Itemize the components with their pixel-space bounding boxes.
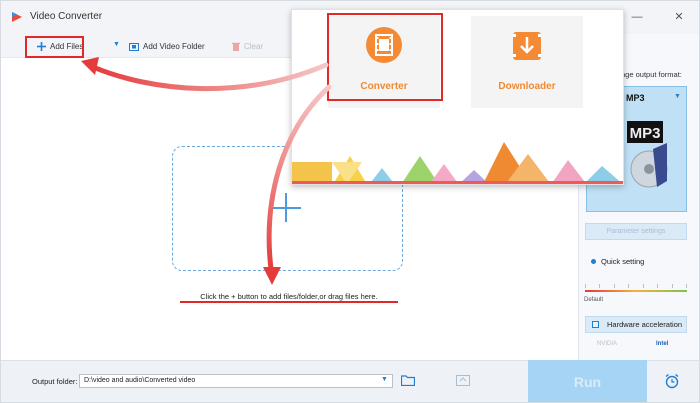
- quick-setting-row[interactable]: Quick setting: [591, 257, 644, 266]
- format-dropdown-icon[interactable]: ▼: [674, 93, 681, 100]
- clear-label: Clear: [244, 41, 264, 51]
- quick-setting-dot-icon: [591, 259, 596, 264]
- format-art-text: MP3: [630, 125, 661, 142]
- add-video-folder-label: Add Video Folder: [143, 41, 205, 51]
- converter-highlight: [327, 13, 443, 101]
- nvidia-label: NVIDIA: [597, 341, 618, 347]
- minimize-button[interactable]: —: [630, 10, 644, 24]
- quality-slider-ticks: [585, 284, 687, 288]
- app-logo-icon: [12, 12, 22, 22]
- browse-folder-icon[interactable]: [401, 375, 415, 386]
- add-files-highlight: [25, 36, 84, 58]
- hardware-checkbox-icon: [592, 321, 599, 328]
- open-output-folder-icon[interactable]: [456, 375, 470, 386]
- quality-slider[interactable]: [585, 290, 687, 292]
- downloader-tile[interactable]: Downloader: [471, 16, 583, 108]
- alarm-clock-icon[interactable]: [664, 373, 680, 389]
- hint-underline: [180, 301, 398, 303]
- format-name: MP3: [626, 93, 645, 103]
- window-title: Video Converter: [30, 11, 103, 22]
- add-video-folder-button[interactable]: Add Video Folder: [129, 38, 205, 54]
- run-button[interactable]: Run: [528, 360, 647, 402]
- parameter-settings-button[interactable]: Parameter settings: [585, 223, 687, 240]
- output-format-label: nge output format:: [621, 70, 682, 79]
- folder-add-icon: [129, 42, 139, 51]
- hardware-acceleration-label: Hardware acceleration: [607, 320, 683, 329]
- clear-button[interactable]: Clear: [232, 38, 263, 54]
- add-plus-icon-bar[interactable]: [271, 207, 301, 209]
- downloader-label: Downloader: [498, 81, 556, 92]
- output-folder-field[interactable]: D:\video and audio\Converted video: [79, 374, 393, 388]
- decorative-triangles: [292, 142, 623, 184]
- add-files-dropdown-icon[interactable]: ▼: [113, 41, 120, 48]
- intel-label: Intel: [656, 341, 669, 347]
- download-icon: [513, 32, 541, 60]
- drop-hint-text: Click the + button to add files/folder,o…: [200, 292, 378, 301]
- mp3-disc-icon: MP3: [627, 121, 668, 188]
- output-folder-dropdown-icon[interactable]: ▼: [381, 376, 388, 383]
- quick-setting-label: Quick setting: [601, 257, 645, 266]
- close-button[interactable]: ✕: [672, 10, 686, 24]
- trash-icon: [232, 42, 240, 51]
- app-window: Video Converter — ✕ Add Files ▼ Add Vide…: [0, 0, 700, 403]
- hardware-acceleration-button[interactable]: Hardware acceleration: [585, 316, 687, 333]
- slider-default-label: Default: [584, 297, 604, 303]
- output-folder-label: Output folder:: [32, 377, 78, 386]
